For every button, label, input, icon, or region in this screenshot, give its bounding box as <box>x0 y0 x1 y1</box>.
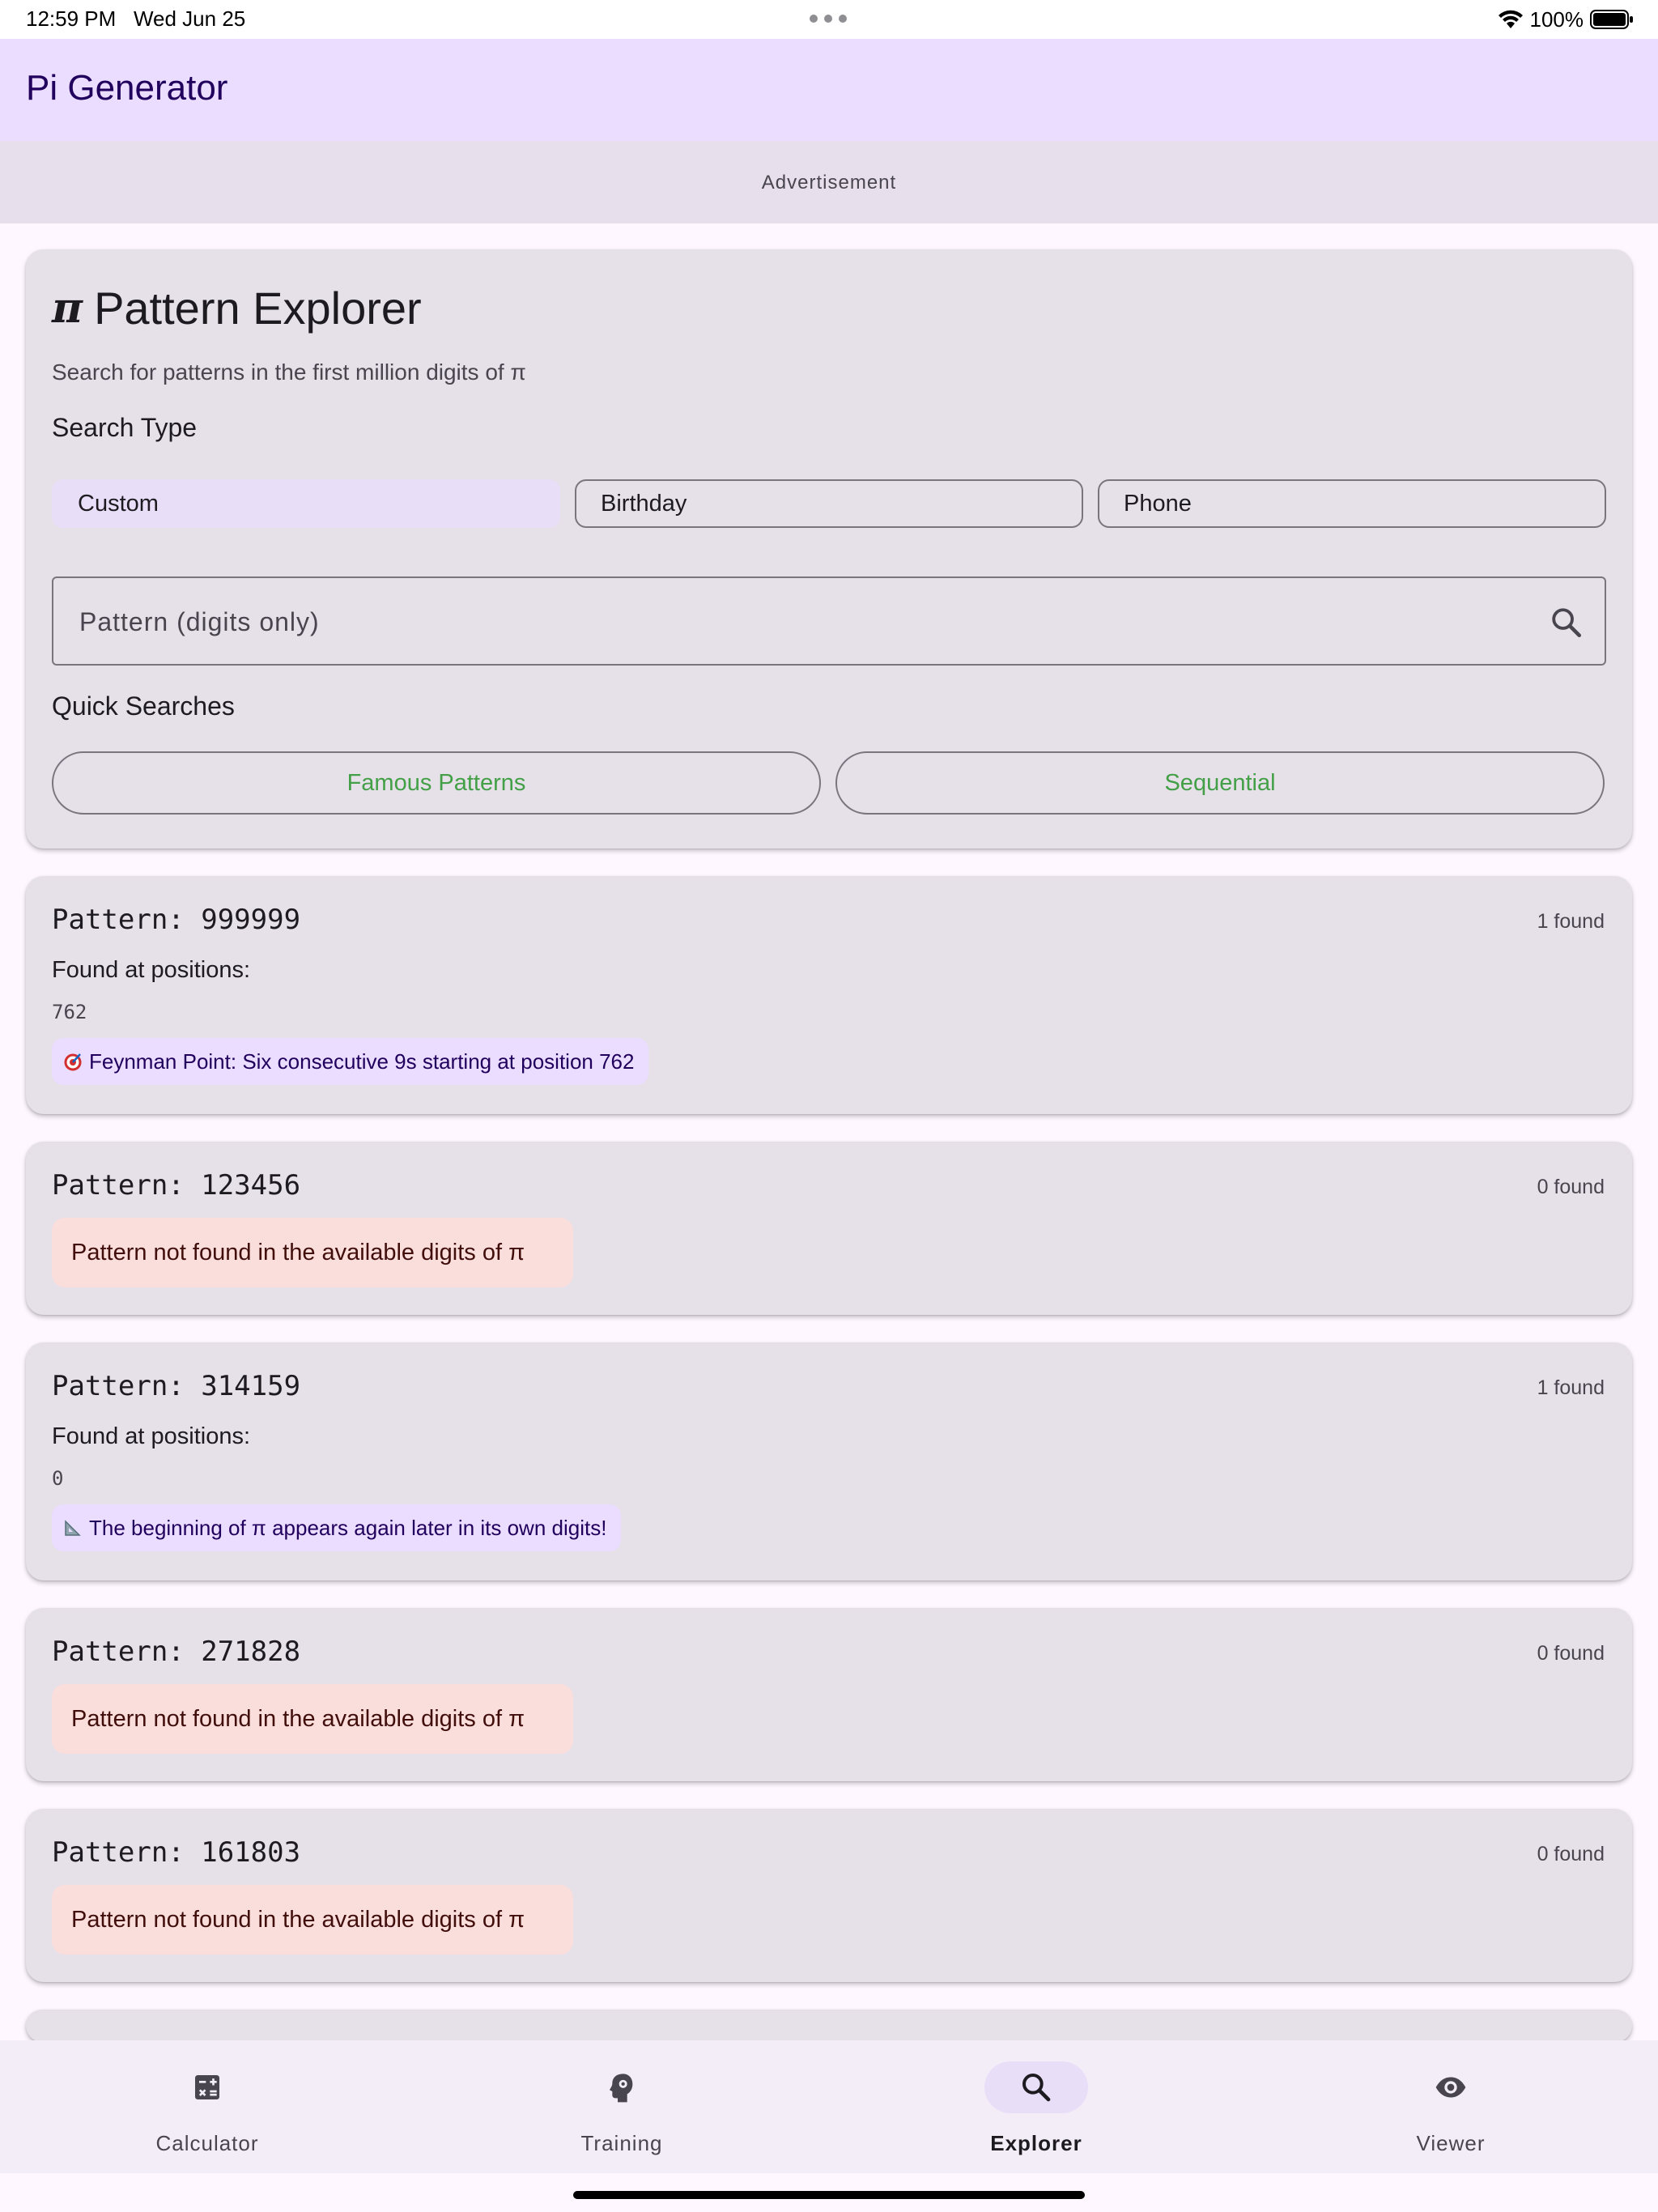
result-card: Pattern: 314159 1 found Found at positio… <box>26 1342 1632 1580</box>
pattern-field[interactable] <box>52 576 1606 666</box>
result-card-partial <box>26 2010 1632 2042</box>
result-pattern: Pattern: 271828 <box>52 1636 301 1668</box>
nav-label: Calculator <box>155 2131 259 2155</box>
nav-label: Explorer <box>990 2131 1082 2155</box>
pattern-input[interactable] <box>78 602 1506 641</box>
battery-icon <box>1590 10 1633 29</box>
nav-training[interactable]: Training <box>414 2040 829 2173</box>
positions-list: 762 <box>52 1001 87 1023</box>
search-icon <box>1022 2074 1051 2102</box>
nav-label: Training <box>580 2131 663 2155</box>
explorer-title-text: Pattern Explorer <box>94 283 422 334</box>
status-date-text: Wed Jun 25 <box>133 6 246 31</box>
nav-explorer[interactable]: Explorer <box>829 2040 1244 2173</box>
bottom-navigation: Calculator Training Explorer Viewer <box>0 2040 1658 2173</box>
sequential-button[interactable]: Sequential <box>835 751 1605 815</box>
not-found-message: Pattern not found in the available digit… <box>52 1885 573 1955</box>
status-time: 12:59 PM Wed Jun 25 <box>26 6 245 32</box>
search-type-phone[interactable]: Phone <box>1098 479 1606 528</box>
not-found-message: Pattern not found in the available digit… <box>52 1218 573 1287</box>
multitasking-dots-icon[interactable] <box>810 15 847 23</box>
app-bar: Pi Generator <box>0 39 1658 141</box>
battery-percent: 100% <box>1529 6 1584 32</box>
found-label: Found at positions: <box>52 1423 251 1449</box>
status-time-text: 12:59 PM <box>26 6 117 31</box>
positions-list: 0 <box>52 1467 64 1490</box>
note-text: Feynman Point: Six consecutive 9s starti… <box>89 1049 635 1074</box>
pattern-explorer-card: π Pattern Explorer Search for patterns i… <box>26 249 1632 849</box>
found-label: Found at positions: <box>52 957 251 983</box>
ad-label: Advertisement <box>761 172 897 194</box>
nav-label: Viewer <box>1416 2131 1486 2155</box>
home-indicator[interactable] <box>573 2191 1085 2199</box>
result-pattern: Pattern: 161803 <box>52 1836 301 1869</box>
search-type-custom[interactable]: Custom <box>52 479 560 528</box>
nav-calculator[interactable]: Calculator <box>0 2040 414 2173</box>
triangle-ruler-icon <box>65 1520 81 1536</box>
result-card: Pattern: 123456 0 found Pattern not foun… <box>26 1142 1632 1315</box>
result-card: Pattern: 161803 0 found Pattern not foun… <box>26 1809 1632 1982</box>
note-chip: The beginning of π appears again later i… <box>52 1504 622 1551</box>
status-bar: 12:59 PM Wed Jun 25 100% <box>0 0 1658 39</box>
famous-patterns-button[interactable]: Famous Patterns <box>52 751 821 815</box>
result-pattern: Pattern: 314159 <box>52 1370 301 1402</box>
explorer-title: π Pattern Explorer <box>52 282 422 334</box>
target-icon <box>64 1053 82 1071</box>
app-title: Pi Generator <box>26 68 228 108</box>
result-pattern: Pattern: 123456 <box>52 1169 301 1202</box>
result-count: 1 found <box>1537 1376 1605 1399</box>
brain-icon <box>610 2074 633 2103</box>
note-text: The beginning of π appears again later i… <box>89 1515 607 1540</box>
result-count: 0 found <box>1537 1843 1605 1865</box>
nav-viewer[interactable]: Viewer <box>1244 2040 1658 2173</box>
result-count: 0 found <box>1537 1642 1605 1665</box>
search-icon[interactable] <box>1550 606 1584 640</box>
search-type-birthday[interactable]: Birthday <box>575 479 1083 528</box>
eye-icon <box>1435 2077 1466 2098</box>
search-type-label: Search Type <box>52 413 198 442</box>
result-pattern: Pattern: 999999 <box>52 904 301 936</box>
pi-icon: π <box>52 283 83 333</box>
ad-banner[interactable]: Advertisement <box>0 141 1658 223</box>
result-card: Pattern: 271828 0 found Pattern not foun… <box>26 1608 1632 1781</box>
status-right: 100% <box>1498 5 1635 34</box>
wifi-icon <box>1498 10 1523 28</box>
quick-searches-label: Quick Searches <box>52 691 235 721</box>
not-found-message: Pattern not found in the available digit… <box>52 1684 573 1754</box>
result-card: Pattern: 999999 1 found Found at positio… <box>26 876 1632 1114</box>
result-count: 0 found <box>1537 1176 1605 1198</box>
explorer-subtitle: Search for patterns in the first million… <box>52 359 526 385</box>
calculator-icon <box>195 2075 219 2099</box>
result-count: 1 found <box>1537 910 1605 933</box>
note-chip: Feynman Point: Six consecutive 9s starti… <box>52 1038 649 1085</box>
